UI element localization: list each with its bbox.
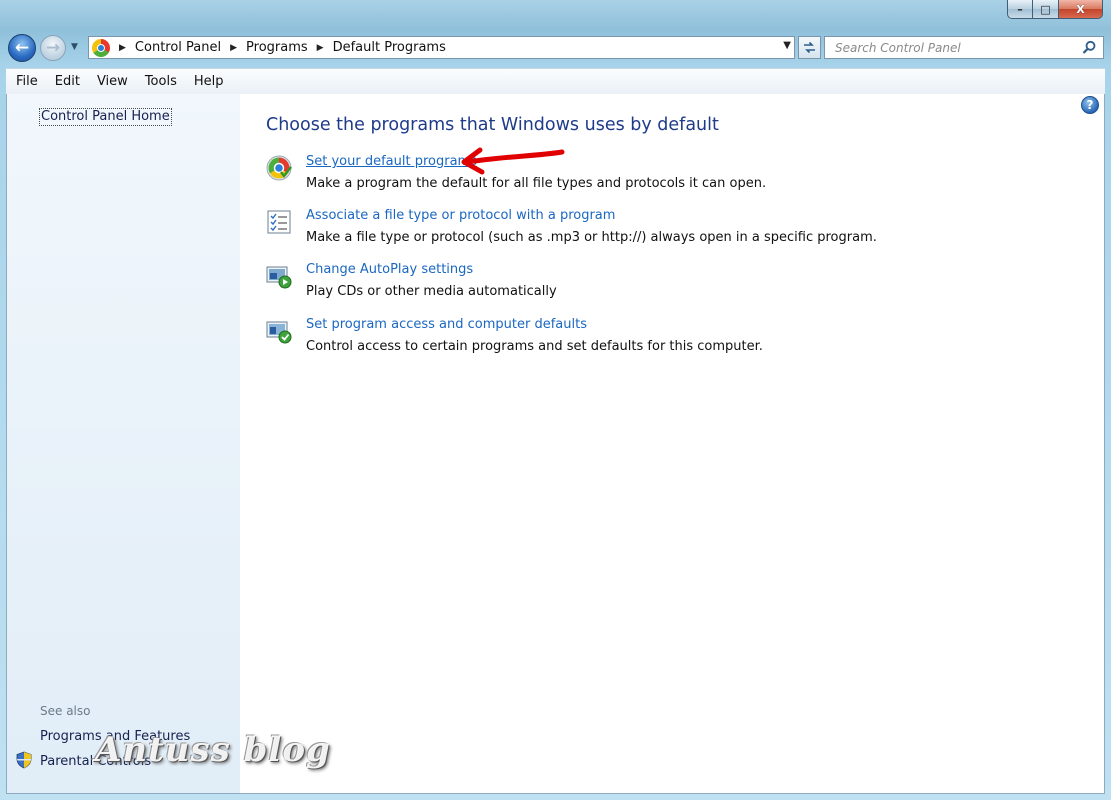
control-panel-home-link[interactable]: Control Panel Home xyxy=(39,108,172,126)
forward-button[interactable]: → xyxy=(40,35,66,61)
minimize-icon: – xyxy=(1017,2,1023,16)
sidebar: Control Panel Home See also Programs and… xyxy=(7,94,240,793)
program-access-icon xyxy=(266,321,292,344)
close-button[interactable]: X xyxy=(1059,0,1103,19)
back-arrow-icon: ← xyxy=(14,37,30,58)
change-autoplay-description: Play CDs or other media automatically xyxy=(306,284,557,299)
breadcrumb-separator-icon[interactable]: ▶ xyxy=(230,43,237,53)
set-default-programs-link[interactable]: Set your default programs xyxy=(306,154,477,169)
default-programs-icon xyxy=(266,155,292,181)
refresh-button[interactable] xyxy=(798,36,821,59)
program-access-link[interactable]: Set program access and computer defaults xyxy=(306,317,587,332)
maximize-button[interactable]: □ xyxy=(1033,0,1059,19)
search-box[interactable] xyxy=(824,36,1104,59)
set-default-programs-description: Make a program the default for all file … xyxy=(306,176,767,191)
menu-bar: File Edit View Tools Help xyxy=(6,68,1105,95)
menu-tools[interactable]: Tools xyxy=(138,74,184,89)
change-autoplay-link[interactable]: Change AutoPlay settings xyxy=(306,262,473,277)
close-icon: X xyxy=(1076,2,1085,16)
search-input[interactable] xyxy=(833,39,1077,56)
address-bar[interactable]: ▶ Control Panel ▶ Programs ▶ Default Pro… xyxy=(88,36,795,59)
menu-help[interactable]: Help xyxy=(187,74,231,89)
address-history-dropdown-icon[interactable]: ▼ xyxy=(783,40,791,51)
breadcrumb-control-panel[interactable]: Control Panel xyxy=(135,40,221,55)
main-panel: Choose the programs that Windows uses by… xyxy=(266,94,1104,793)
control-panel-icon xyxy=(92,38,110,57)
breadcrumb-programs[interactable]: Programs xyxy=(246,40,308,55)
shield-icon xyxy=(16,751,32,769)
content-area: Control Panel Home See also Programs and… xyxy=(6,94,1105,794)
page-title: Choose the programs that Windows uses by… xyxy=(266,115,719,135)
task-program-access: Set program access and computer defaults… xyxy=(266,317,966,362)
program-access-description: Control access to certain programs and s… xyxy=(306,339,763,354)
see-also-label: See also xyxy=(40,704,91,718)
maximize-icon: □ xyxy=(1040,2,1051,16)
associate-file-type-description: Make a file type or protocol (such as .m… xyxy=(306,230,877,245)
file-association-icon xyxy=(267,210,291,234)
autoplay-icon xyxy=(266,266,292,289)
minimize-button[interactable]: – xyxy=(1007,0,1033,19)
breadcrumb-separator-icon[interactable]: ▶ xyxy=(119,43,126,53)
task-set-default-programs: Set your default programs Make a program… xyxy=(266,154,966,199)
search-icon[interactable] xyxy=(1082,40,1097,55)
control-panel-window: – □ X ← → ▼ ▶ Control Panel ▶ Programs ▶… xyxy=(0,0,1111,800)
watermark: Antuss blog xyxy=(95,730,331,770)
red-arrow-annotation xyxy=(461,147,565,175)
refresh-icon xyxy=(804,41,815,54)
associate-file-type-link[interactable]: Associate a file type or protocol with a… xyxy=(306,208,615,223)
forward-arrow-icon: → xyxy=(45,37,61,58)
breadcrumb-default-programs[interactable]: Default Programs xyxy=(333,40,446,55)
menu-edit[interactable]: Edit xyxy=(48,74,87,89)
menu-file[interactable]: File xyxy=(9,74,45,89)
breadcrumb-separator-icon[interactable]: ▶ xyxy=(317,43,324,53)
task-associate-file-type: Associate a file type or protocol with a… xyxy=(266,208,966,253)
navigation-bar: ← → ▼ ▶ Control Panel ▶ Programs ▶ Defau… xyxy=(8,33,1104,63)
back-button[interactable]: ← xyxy=(8,34,36,62)
task-change-autoplay: Change AutoPlay settings Play CDs or oth… xyxy=(266,262,966,307)
recent-pages-dropdown[interactable]: ▼ xyxy=(71,42,78,52)
menu-view[interactable]: View xyxy=(90,74,135,89)
caption-buttons: – □ X xyxy=(1007,0,1103,20)
